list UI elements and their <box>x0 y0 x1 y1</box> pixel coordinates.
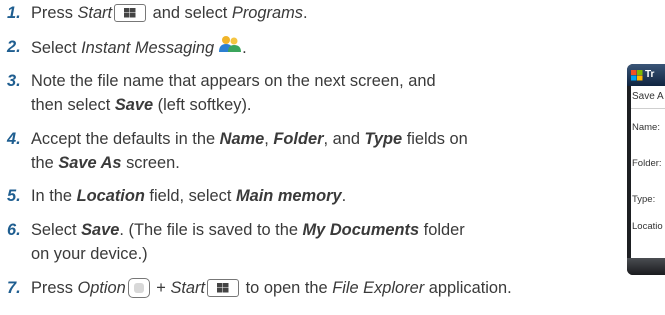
emphasized-term: Name <box>219 130 265 148</box>
step-text: Accept the defaults in the <box>31 130 220 148</box>
emphasized-term: Save As <box>58 154 122 172</box>
step-text: to open the <box>241 279 333 297</box>
emphasized-term: Save <box>114 96 154 114</box>
step-number: 7. <box>7 279 21 297</box>
step-number: 3. <box>7 72 21 90</box>
emphasized-term: Folder <box>273 130 324 148</box>
emphasized-term: File Explorer <box>332 279 425 297</box>
step-text: and select <box>148 4 232 22</box>
emphasized-term: Start <box>77 4 113 22</box>
emphasized-term: Location <box>76 187 145 205</box>
emphasized-term: Option <box>77 279 126 297</box>
start-key-icon <box>114 3 147 22</box>
step-content: on your device.) <box>31 244 148 264</box>
step-content: In the Location field, select Main memor… <box>31 186 346 206</box>
step-content: Select Save. (The file is saved to the M… <box>31 220 465 240</box>
step-text: screen. <box>121 154 180 172</box>
step-content: Accept the defaults in the Name, Folder,… <box>31 129 468 149</box>
device-field-location: Locatio <box>632 221 663 232</box>
step-content: Press Option + Start to open the File Ex… <box>31 277 512 299</box>
step-number: 6. <box>7 221 21 239</box>
step-text: then select <box>31 96 115 114</box>
step-text: . (The file is saved to the <box>119 221 303 239</box>
step-number: 5. <box>7 187 21 205</box>
option-key-icon <box>127 277 150 298</box>
step-content: Select Instant Messaging. <box>31 35 247 60</box>
step-number: 4. <box>7 130 21 148</box>
step-content: then select Save (left softkey). <box>31 95 251 115</box>
emphasized-term: Programs <box>231 4 303 22</box>
instant-messaging-icon <box>218 35 242 58</box>
device-screen-header: Save A <box>631 86 665 109</box>
windows-flag-icon <box>631 70 643 81</box>
step-content: the Save As screen. <box>31 153 180 173</box>
step-text: Press <box>31 4 78 22</box>
step-text: Select <box>31 38 82 57</box>
emphasized-term: Main memory <box>235 187 342 205</box>
start-key-icon <box>207 278 240 297</box>
step-text: Press <box>31 279 78 297</box>
device-field-name: Name: <box>632 122 660 133</box>
device-screen: Save A Name: Folder: Type: Locatio <box>631 86 665 258</box>
step-text: application. <box>424 279 512 297</box>
device-screenshot: Tr Save A Name: Folder: Type: Locatio <box>627 64 665 275</box>
emphasized-term: Save <box>81 221 120 239</box>
device-field-folder: Folder: <box>632 158 662 169</box>
step-text: , and <box>323 130 365 148</box>
step-text: . <box>302 4 308 22</box>
step-number: 1. <box>7 4 21 22</box>
emphasized-term: Type <box>364 130 403 148</box>
emphasized-term: Instant Messaging <box>81 38 215 57</box>
step-text: . <box>341 187 347 205</box>
step-text: field, select <box>144 187 236 205</box>
step-text: folder <box>419 221 465 239</box>
device-titlebar: Tr <box>627 64 665 86</box>
step-number: 2. <box>7 38 21 56</box>
step-text: . <box>242 38 247 57</box>
step-text: fields on <box>402 130 468 148</box>
device-field-type: Type: <box>632 194 656 205</box>
step-text: (left softkey). <box>153 96 252 114</box>
device-softkey-bar <box>627 258 665 275</box>
step-text: Select <box>31 221 82 239</box>
step-text: the <box>31 154 59 172</box>
step-text: + <box>151 279 171 297</box>
device-title: Tr <box>645 69 655 80</box>
step-text: In the <box>31 187 77 205</box>
step-text: Note the file name that appears on the n… <box>31 72 436 90</box>
emphasized-term: Start <box>170 279 206 297</box>
step-content: Note the file name that appears on the n… <box>31 71 436 91</box>
emphasized-term: My Documents <box>302 221 420 239</box>
step-text: on your device.) <box>31 245 148 263</box>
device-header-text: Save A <box>632 91 664 102</box>
step-content: Press Start and select Programs. <box>31 3 308 23</box>
